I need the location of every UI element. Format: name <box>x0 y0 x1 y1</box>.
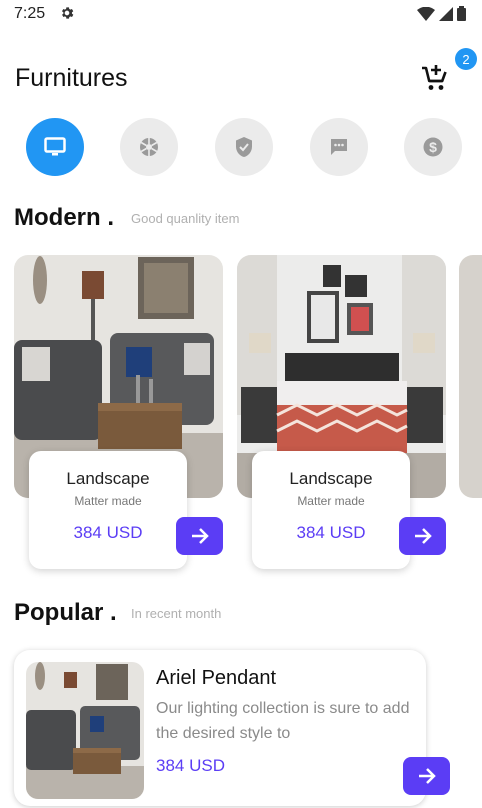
category-chat-button[interactable] <box>310 118 368 176</box>
popular-item-arrow-button[interactable] <box>403 757 450 795</box>
popular-section-title: Popular . <box>14 599 117 626</box>
camera-aperture-icon <box>140 138 158 156</box>
popular-item-name: Ariel Pendant <box>156 667 277 689</box>
add-to-cart-icon[interactable] <box>419 62 451 94</box>
product-card-3-partial[interactable] <box>459 255 482 498</box>
popular-item-image <box>26 662 144 799</box>
product-maker: Matter made <box>74 494 142 508</box>
modern-section-subtitle: Good quanlity item <box>131 211 240 226</box>
popular-item-description: Our lighting collection is sure to add t… <box>156 700 410 742</box>
monitor-icon <box>44 137 66 156</box>
status-bar: 7:25 <box>0 0 482 28</box>
status-indicators <box>417 6 466 21</box>
product-maker: Matter made <box>297 494 365 508</box>
page-title: Furnitures <box>15 64 128 92</box>
cart-badge: 2 <box>455 48 477 70</box>
product-card-1[interactable]: Landscape Matter made 384 USD <box>29 451 187 569</box>
popular-item-price: 384 USD <box>156 756 225 775</box>
popular-section-subtitle: In recent month <box>131 606 222 621</box>
product-1-arrow-button[interactable] <box>176 517 223 555</box>
category-price-button[interactable]: $ <box>404 118 462 176</box>
product-price: 384 USD <box>296 523 366 542</box>
battery-icon <box>457 6 466 21</box>
chat-icon <box>331 139 347 155</box>
product-2-arrow-button[interactable] <box>399 517 446 555</box>
product-name: Landscape <box>289 469 373 488</box>
category-monitor-button[interactable] <box>26 118 84 176</box>
category-security-button[interactable] <box>215 118 273 176</box>
category-camera-button[interactable] <box>120 118 178 176</box>
product-name: Landscape <box>66 469 150 488</box>
svg-text:$: $ <box>429 139 437 155</box>
product-price: 384 USD <box>73 523 143 542</box>
signal-icon <box>439 6 453 21</box>
wifi-icon <box>417 6 435 21</box>
arrow-right-icon <box>191 528 209 544</box>
product-card-2[interactable]: Landscape Matter made 384 USD <box>252 451 410 569</box>
dollar-coin-icon: $ <box>423 137 443 157</box>
arrow-right-icon <box>418 768 436 784</box>
popular-item-card[interactable]: Ariel Pendant Our lighting collection is… <box>14 650 450 806</box>
arrow-right-icon <box>414 528 432 544</box>
shield-check-icon <box>236 137 252 157</box>
modern-section-title: Modern . <box>14 204 114 231</box>
status-time: 7:25 <box>14 5 46 22</box>
settings-gear-icon <box>62 7 74 19</box>
